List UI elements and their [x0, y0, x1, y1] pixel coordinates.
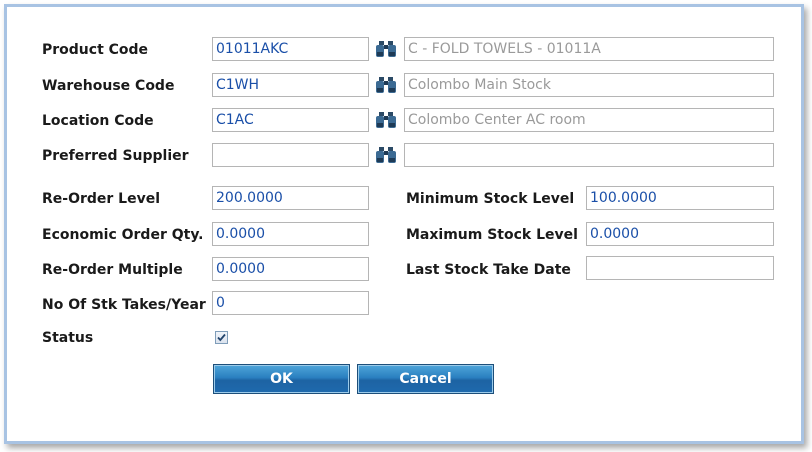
preferred-supplier-label: Preferred Supplier — [42, 148, 189, 164]
cancel-button[interactable]: Cancel — [357, 364, 494, 394]
reorder-level-label: Re-Order Level — [42, 191, 161, 207]
economic-order-qty-input[interactable]: 0.0000 — [212, 222, 369, 246]
location-description-field: Colombo Center AC room — [404, 108, 774, 132]
supplier-description-field — [404, 143, 774, 167]
binoculars-icon[interactable] — [375, 40, 397, 58]
product-code-label: Product Code — [42, 42, 149, 58]
maximum-stock-level-input[interactable]: 0.0000 — [586, 222, 774, 246]
binoculars-icon[interactable] — [375, 111, 397, 129]
last-stock-take-date-label: Last Stock Take Date — [406, 262, 571, 278]
maximum-stock-level-label: Maximum Stock Level — [406, 227, 578, 243]
warehouse-description-field: Colombo Main Stock — [404, 73, 774, 97]
economic-order-qty-label: Economic Order Qty. — [42, 227, 204, 243]
warehouse-code-input[interactable]: C1WH — [212, 73, 369, 97]
location-code-input[interactable]: C1AC — [212, 108, 369, 132]
last-stock-take-date-input[interactable] — [586, 256, 774, 280]
checkmark-icon — [217, 333, 226, 342]
reorder-multiple-input[interactable]: 0.0000 — [212, 257, 369, 281]
product-description-field: C - FOLD TOWELS - 01011A — [404, 37, 774, 61]
binoculars-icon[interactable] — [375, 76, 397, 94]
stock-takes-per-year-input[interactable]: 0 — [212, 291, 369, 315]
location-code-label: Location Code — [42, 113, 154, 129]
status-label: Status — [42, 330, 94, 346]
warehouse-code-label: Warehouse Code — [42, 78, 175, 94]
stock-takes-per-year-label: No Of Stk Takes/Year — [42, 297, 206, 313]
product-code-input[interactable]: 01011AKC — [212, 37, 369, 61]
minimum-stock-level-input[interactable]: 100.0000 — [586, 186, 774, 210]
reorder-level-input[interactable]: 200.0000 — [212, 186, 369, 210]
reorder-multiple-label: Re-Order Multiple — [42, 262, 183, 278]
status-checkbox[interactable] — [215, 331, 228, 344]
ok-button[interactable]: OK — [213, 364, 350, 394]
binoculars-icon[interactable] — [375, 146, 397, 164]
preferred-supplier-input[interactable] — [212, 143, 369, 167]
minimum-stock-level-label: Minimum Stock Level — [406, 191, 575, 207]
